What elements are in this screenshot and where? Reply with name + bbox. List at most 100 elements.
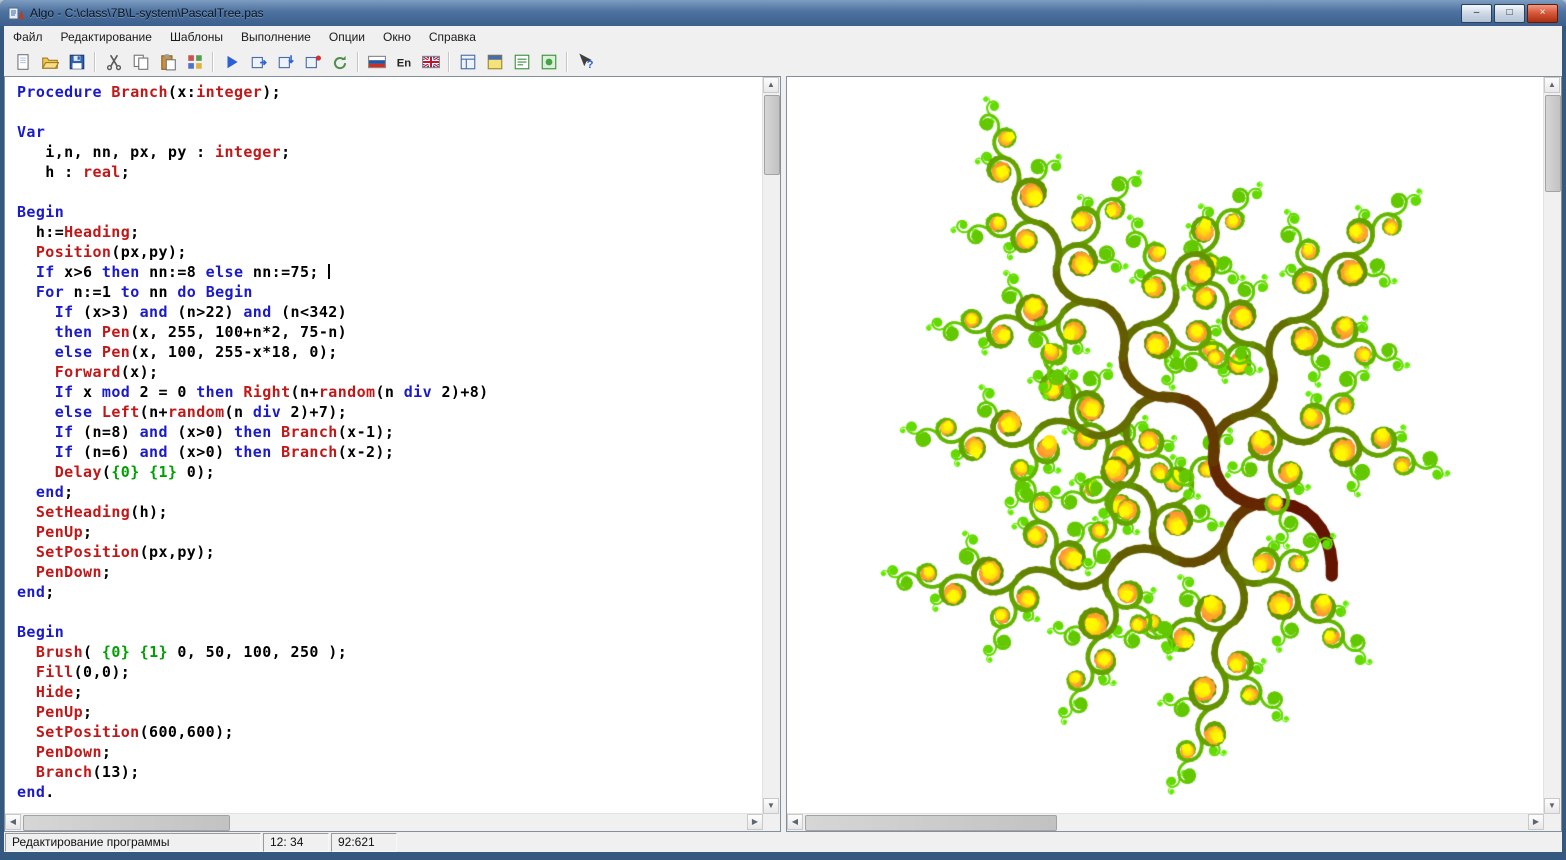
show-console-button[interactable] <box>481 49 508 75</box>
code-editor[interactable]: Procedure Branch(x:integer); Var i,n, nn… <box>5 77 763 814</box>
maximize-button[interactable]: □ <box>1494 4 1525 23</box>
show-variables-button[interactable] <box>454 49 481 75</box>
step-out-icon <box>304 53 322 71</box>
toolbar-separator <box>566 52 568 72</box>
code-line: If (n=6) and (x>0) then Branch(x-2); <box>17 442 763 462</box>
editor-horizontal-scrollbar[interactable]: ◀ ▶ <box>5 813 763 831</box>
refresh-icon <box>331 53 349 71</box>
code-line: PenUp; <box>17 702 763 722</box>
flag-uk-button[interactable] <box>417 49 444 75</box>
window-title: Algo - C:\class\7B\L-system\PascalTree.p… <box>30 6 264 20</box>
flag-ru-button[interactable] <box>363 49 390 75</box>
scroll-right-button[interactable]: ▶ <box>747 814 763 830</box>
scroll-down-button[interactable]: ▼ <box>763 798 779 814</box>
scrollbar-corner <box>763 814 780 831</box>
menu-item-5[interactable]: Опции <box>320 27 374 47</box>
scroll-left-button[interactable]: ◀ <box>5 814 21 830</box>
code-line: then Pen(x, 255, 100+n*2, 75-n) <box>17 322 763 342</box>
copy-icon <box>132 53 150 71</box>
menu-item-6[interactable]: Окно <box>374 27 420 47</box>
scroll-right-button[interactable]: ▶ <box>1528 814 1544 830</box>
title-bar[interactable]: Algo - C:\class\7B\L-system\PascalTree.p… <box>0 0 1566 26</box>
code-line: Brush( {0} {1} 0, 50, 100, 250 ); <box>17 642 763 662</box>
show-console-icon <box>486 53 504 71</box>
show-graphics-icon <box>540 53 558 71</box>
step-over-button[interactable] <box>245 49 272 75</box>
step-into-button[interactable] <box>272 49 299 75</box>
scrollbar-thumb[interactable] <box>1545 95 1561 192</box>
scroll-left-button[interactable]: ◀ <box>787 814 803 830</box>
cut-icon <box>105 53 123 71</box>
open-button[interactable] <box>36 49 63 75</box>
editor-vertical-scrollbar[interactable]: ▲ ▼ <box>762 77 780 814</box>
toolbar: En? <box>4 48 1562 77</box>
code-line: PenDown; <box>17 742 763 762</box>
menu-item-7[interactable]: Справка <box>420 27 485 47</box>
editor-pane: Procedure Branch(x:integer); Var i,n, nn… <box>4 76 781 832</box>
paste-button[interactable] <box>154 49 181 75</box>
scroll-up-button[interactable]: ▲ <box>1544 77 1560 93</box>
scrollbar-thumb[interactable] <box>805 815 1057 831</box>
cut-button[interactable] <box>100 49 127 75</box>
code-line: h : real; <box>17 162 763 182</box>
graphics-vertical-scrollbar[interactable]: ▲ ▼ <box>1543 77 1561 814</box>
code-line: For n:=1 to nn do Begin <box>17 282 763 302</box>
app-window: Algo - C:\class\7B\L-system\PascalTree.p… <box>0 0 1566 860</box>
code-line: If (x>3) and (n>22) and (n<342) <box>17 302 763 322</box>
status-bar: Редактирование программы 12: 34 92:621 <box>4 832 1562 852</box>
toolbar-separator <box>357 52 359 72</box>
code-line: Var <box>17 122 763 142</box>
menu-item-1[interactable]: Файл <box>4 27 52 47</box>
scrollbar-thumb[interactable] <box>764 95 780 175</box>
text-caret <box>328 264 330 279</box>
code-line: SetPosition(px,py); <box>17 542 763 562</box>
code-line: Begin <box>17 202 763 222</box>
code-line: Procedure Branch(x:integer); <box>17 82 763 102</box>
show-graphics-button[interactable] <box>535 49 562 75</box>
graphics-horizontal-scrollbar[interactable]: ◀ ▶ <box>787 813 1544 831</box>
code-line: h:=Heading; <box>17 222 763 242</box>
toolbar-separator <box>94 52 96 72</box>
code-line: Fill(0,0); <box>17 662 763 682</box>
show-editor-button[interactable] <box>508 49 535 75</box>
help-context-button[interactable]: ? <box>572 49 599 75</box>
code-line: Delay({0} {1} 0); <box>17 462 763 482</box>
code-line: If x>6 then nn:=8 else nn:=75; <box>17 262 763 282</box>
minimize-button[interactable]: – <box>1461 4 1492 23</box>
scroll-down-button[interactable]: ▼ <box>1544 798 1560 814</box>
menu-item-4[interactable]: Выполнение <box>232 27 320 47</box>
main-area: Procedure Branch(x:integer); Var i,n, nn… <box>4 76 1562 832</box>
code-line: else Pen(x, 100, 255-x*18, 0); <box>17 342 763 362</box>
save-button[interactable] <box>63 49 90 75</box>
code-line <box>17 602 763 622</box>
svg-text:?: ? <box>586 59 593 71</box>
code-line: Position(px,py); <box>17 242 763 262</box>
blocks-button[interactable] <box>181 49 208 75</box>
code-line: end; <box>17 482 763 502</box>
scrollbar-thumb[interactable] <box>23 815 230 831</box>
app-icon <box>8 5 24 21</box>
scroll-up-button[interactable]: ▲ <box>763 77 779 93</box>
code-line: i,n, nn, px, py : integer; <box>17 142 763 162</box>
code-line: end. <box>17 782 763 802</box>
flag-ru-icon <box>368 53 386 71</box>
graphics-pane: ▲ ▼ ◀ ▶ <box>786 76 1562 832</box>
copy-button[interactable] <box>127 49 154 75</box>
run-button[interactable] <box>218 49 245 75</box>
toolbar-separator <box>448 52 450 72</box>
close-button[interactable]: × <box>1527 4 1558 23</box>
open-icon <box>41 53 59 71</box>
step-into-icon <box>277 53 295 71</box>
refresh-button[interactable] <box>326 49 353 75</box>
step-out-button[interactable] <box>299 49 326 75</box>
code-line: end; <box>17 582 763 602</box>
menu-item-3[interactable]: Шаблоны <box>161 27 232 47</box>
code-line <box>17 102 763 122</box>
menu-item-2[interactable]: Редактирование <box>52 27 161 47</box>
lang-en-button[interactable]: En <box>390 49 417 75</box>
new-button[interactable] <box>9 49 36 75</box>
code-line: SetPosition(600,600); <box>17 722 763 742</box>
code-line: Begin <box>17 622 763 642</box>
code-line: Forward(x); <box>17 362 763 382</box>
flag-uk-icon <box>422 53 440 71</box>
